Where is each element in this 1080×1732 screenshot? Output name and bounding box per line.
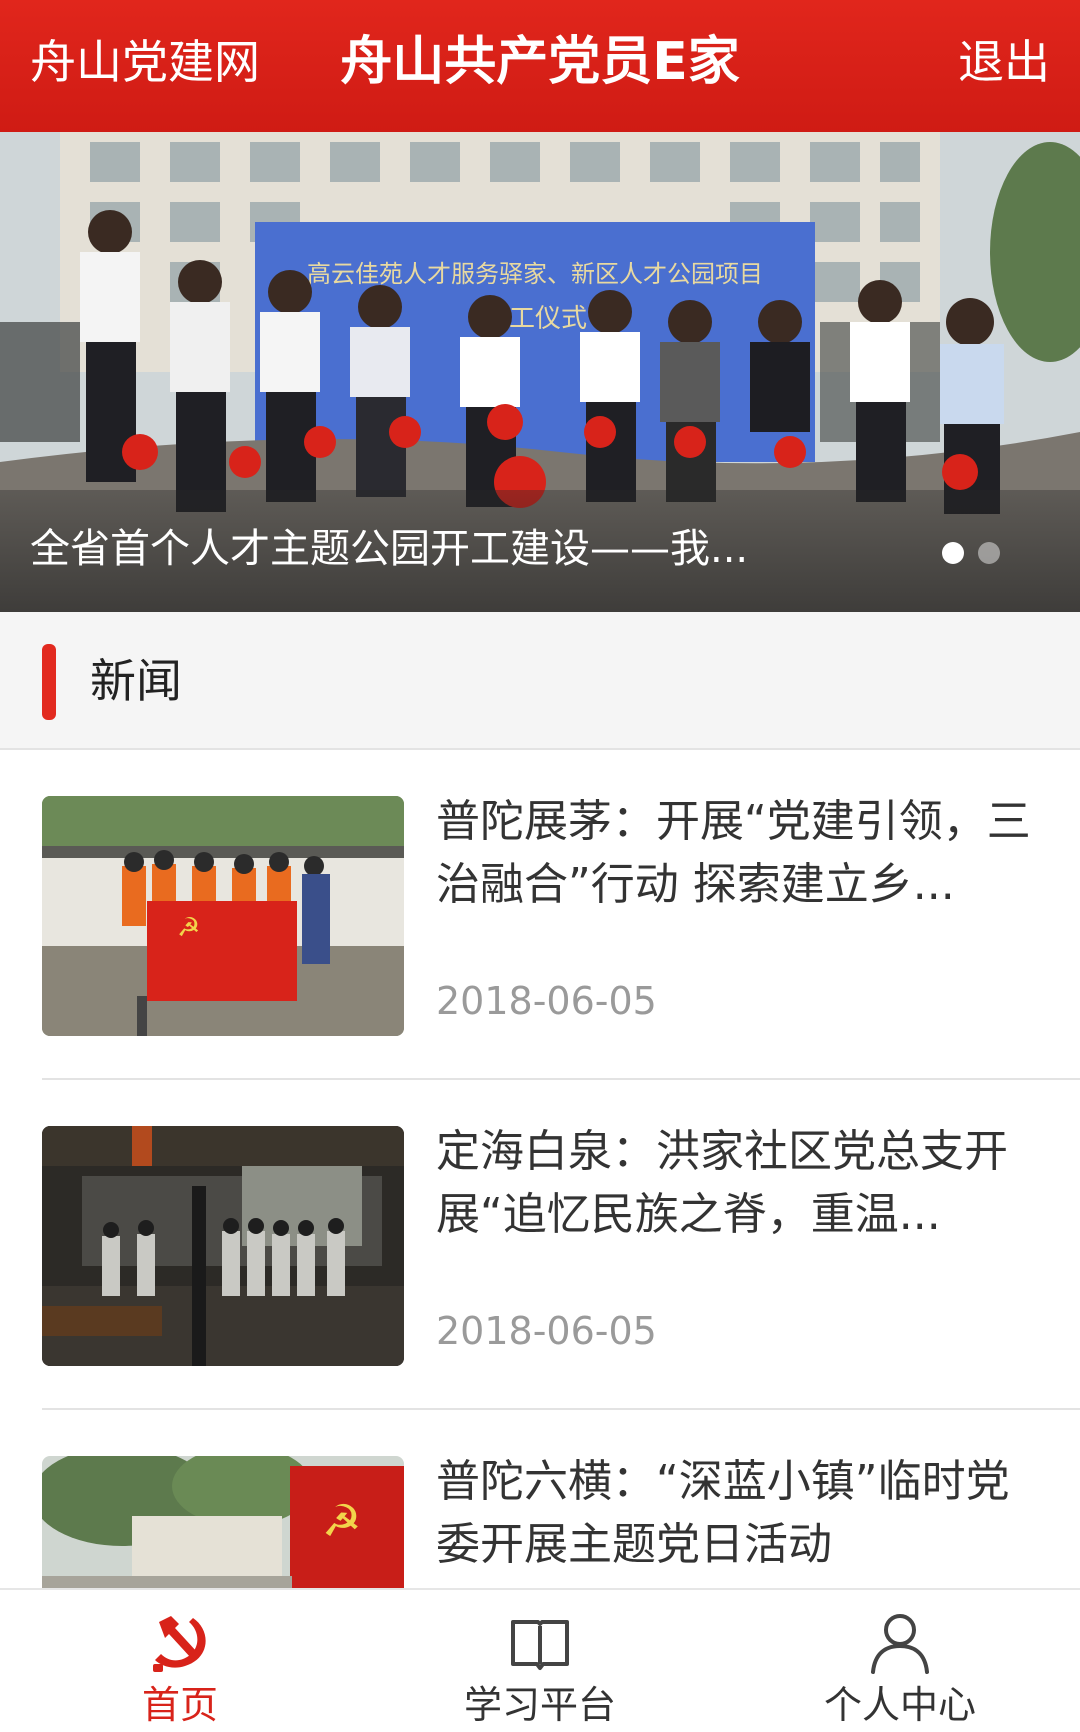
news-section-header: 新闻 bbox=[0, 612, 1080, 750]
carousel-dot-active[interactable] bbox=[942, 542, 964, 564]
hammer-sickle-icon bbox=[153, 1616, 206, 1672]
person-icon bbox=[871, 1614, 929, 1674]
news-title[interactable]: 定海白泉：洪家社区党总支开展“追忆民族之脊，重温... bbox=[436, 1120, 1036, 1246]
app-header: 舟山党建网 舟山共产党员E家 退出 bbox=[0, 0, 1080, 132]
svg-text:☭: ☭ bbox=[177, 913, 200, 943]
news-item[interactable]: 定海白泉：洪家社区党总支开展“追忆民族之脊，重温... 2018-06-05 bbox=[0, 1080, 1080, 1410]
tab-study-platform[interactable]: 学习平台 bbox=[360, 1590, 720, 1732]
volunteer-group-photo: ☭ bbox=[42, 796, 404, 1036]
carousel-dot[interactable] bbox=[978, 542, 1000, 564]
app-title: 舟山共产党员E家 bbox=[340, 32, 740, 92]
news-date: 2018-06-05 bbox=[436, 1309, 657, 1353]
news-date: 2018-06-05 bbox=[436, 979, 657, 1023]
banner-carousel[interactable]: 高云佳苑人才服务驿家、新区人才公园项目 开工仪式 全省首个人才主题公园开工建设—… bbox=[0, 132, 1080, 612]
svg-text:☭: ☭ bbox=[322, 1496, 361, 1547]
tab-personal-label: 个人中心 bbox=[823, 1683, 976, 1727]
logout-button[interactable]: 退出 bbox=[958, 30, 1050, 94]
tab-personal-center[interactable]: 个人中心 bbox=[720, 1590, 1080, 1732]
bottom-tab-bar: 首页 学习平台 个人中心 bbox=[0, 1588, 1080, 1732]
news-thumbnail[interactable]: ☭ bbox=[42, 796, 404, 1036]
tab-study-label: 学习平台 bbox=[463, 1683, 616, 1727]
carousel-indicator bbox=[942, 542, 1000, 564]
news-item[interactable]: ☭ 普陀展茅：开展“党建引领，三治融合”行动 探索建立乡... 2018-06-… bbox=[0, 750, 1080, 1080]
tab-home[interactable]: 首页 bbox=[0, 1590, 360, 1732]
news-title[interactable]: 普陀六横：“深蓝小镇”临时党委开展主题党日活动 bbox=[436, 1450, 1036, 1576]
sign-text: 高云佳苑人才服务驿家、新区人才公园项目 bbox=[307, 260, 763, 288]
section-accent-bar bbox=[42, 644, 56, 720]
memorial-hall-visit-photo bbox=[42, 1126, 404, 1366]
tab-home-label: 首页 bbox=[141, 1683, 218, 1727]
book-icon bbox=[511, 1620, 569, 1670]
news-title[interactable]: 普陀展茅：开展“党建引领，三治融合”行动 探索建立乡... bbox=[436, 790, 1036, 916]
section-title: 新闻 bbox=[90, 654, 182, 708]
news-thumbnail[interactable] bbox=[42, 1126, 404, 1366]
banner-caption[interactable]: 全省首个人才主题公园开工建设——我... bbox=[30, 522, 910, 576]
news-list: ☭ 普陀展茅：开展“党建引领，三治融合”行动 探索建立乡... 2018-06-… bbox=[0, 750, 1080, 1732]
